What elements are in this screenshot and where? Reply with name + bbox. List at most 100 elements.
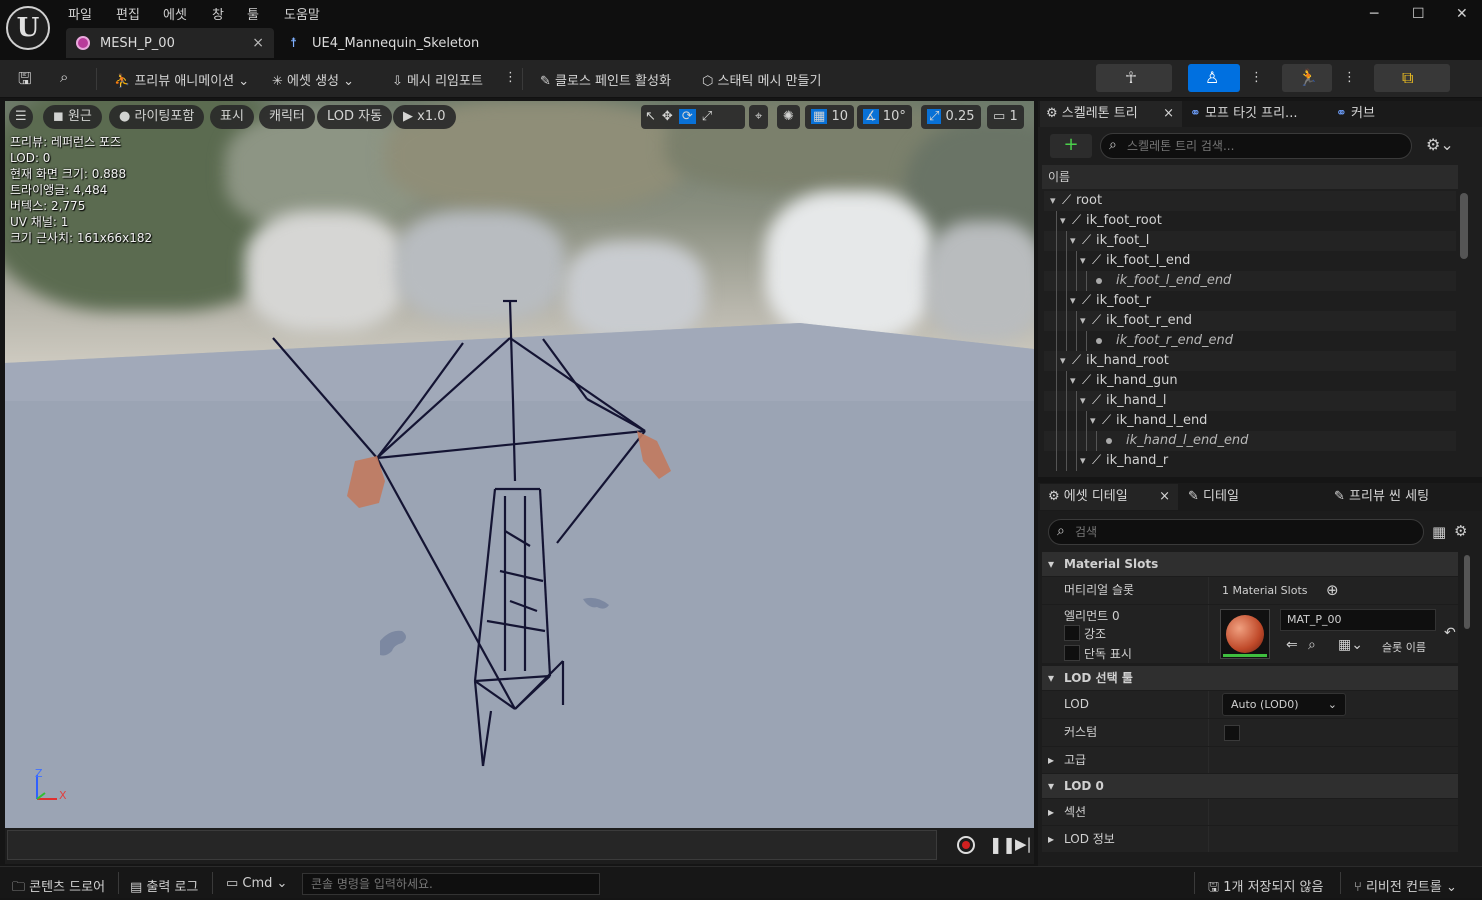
advanced-row[interactable]: ▸ 고급 — [1042, 747, 1458, 773]
menu-edit[interactable]: 편집 — [116, 4, 140, 23]
tab-close-icon[interactable]: × — [1163, 101, 1174, 127]
bone-row[interactable]: ik_foot_r_end_end — [1044, 331, 1456, 351]
tab-skeleton-tree[interactable]: ⚙ 스켈레톤 트리 × — [1040, 101, 1182, 127]
name-column-header[interactable]: 이름 — [1042, 165, 1458, 189]
create-asset-button[interactable]: ✳ 에셋 생성 ⌄ — [272, 70, 354, 89]
bone-row[interactable]: ▾ ⟋ ik_foot_root — [1044, 211, 1456, 231]
unsaved-assets-button[interactable]: 🖫 1개 저장되지 않음 — [1208, 876, 1323, 900]
expand-arrow-icon[interactable]: ▾ — [1090, 411, 1096, 431]
add-element-icon[interactable]: ⊕ — [1326, 577, 1339, 604]
expand-arrow-icon[interactable]: ▾ — [1060, 351, 1066, 371]
menu-window[interactable]: 창 — [212, 4, 224, 23]
bone-row[interactable]: ▾ ⟋ ik_foot_r — [1044, 291, 1456, 311]
sections-row[interactable]: ▸ 섹션 — [1042, 799, 1458, 825]
skeleton-mode-button[interactable]: ☥ — [1096, 64, 1172, 92]
output-log-button[interactable]: ▤ 출력 로그 — [130, 876, 198, 895]
grid-snap-button[interactable]: ▦ 10 — [805, 105, 854, 129]
bone-row[interactable]: ▾ ⟋ ik_hand_l — [1044, 391, 1456, 411]
content-drawer-button[interactable]: 🗀 콘텐츠 드로어 — [12, 876, 105, 900]
more-options-icon[interactable]: ⋮ — [504, 70, 517, 85]
tab-skeleton[interactable]: ☨ UE4_Mannequin_Skeleton — [284, 28, 484, 58]
expand-arrow-icon[interactable]: ▾ — [1080, 391, 1086, 411]
scale-icon[interactable]: ⤢ — [702, 109, 712, 124]
expand-arrow-icon[interactable]: ▾ — [1080, 451, 1086, 471]
preview-animation-button[interactable]: ⛹ 프리뷰 애니메이션 ⌄ — [114, 70, 249, 89]
bone-row[interactable]: ▾ ⟋ ik_hand_root — [1044, 351, 1456, 371]
scale-snap-button[interactable]: ⤢ 0.25 — [921, 105, 981, 129]
bone-row[interactable]: ▾ ⟋ ik_hand_l_end — [1044, 411, 1456, 431]
cmd-dropdown[interactable]: ▭ Cmd ⌄ — [226, 876, 287, 891]
mesh-mode-options-icon[interactable]: ⋮ — [1250, 70, 1263, 85]
viewport-menu-button[interactable]: ☰ — [9, 105, 33, 129]
pause-icon[interactable]: ❚❚ — [989, 835, 1016, 854]
checker-icon[interactable]: ▦⌄ — [1338, 637, 1363, 653]
details-scrollbar[interactable] — [1464, 555, 1470, 629]
add-socket-button[interactable]: + — [1050, 134, 1092, 158]
bone-row[interactable]: ik_hand_l_end_end — [1044, 431, 1456, 451]
tab-close-icon[interactable]: × — [1159, 484, 1170, 510]
isolate-checkbox[interactable] — [1064, 645, 1080, 661]
bone-row[interactable]: ▾ ⟋ root — [1044, 191, 1456, 211]
playback-speed-button[interactable]: ▶ x1.0 — [393, 105, 456, 129]
browse-asset-icon[interactable]: ⌕ — [60, 68, 68, 86]
viewport[interactable]: ☰ ◼ 원근 ● 라이팅포함 표시 캐릭터 LOD 자동 ▶ x1.0 ↖ ✥ ⟳ ⤢… — [5, 101, 1034, 828]
lod-info-row[interactable]: ▸ LOD 정보 — [1042, 826, 1458, 852]
blueprint-mode-button[interactable]: ⧉ — [1374, 64, 1450, 92]
expand-arrow-icon[interactable]: ▾ — [1070, 291, 1076, 311]
expand-arrow-icon[interactable]: ▾ — [1080, 311, 1086, 331]
bone-row[interactable]: ik_foot_l_end_end — [1044, 271, 1456, 291]
details-settings-icon[interactable]: ⚙ — [1454, 522, 1467, 540]
reimport-mesh-button[interactable]: ⇩ 메시 리임포트 — [392, 70, 483, 89]
coordinate-space-button[interactable]: ⌖ — [749, 105, 769, 129]
expand-arrow-icon[interactable]: ▾ — [1050, 191, 1056, 211]
tab-morph-target[interactable]: ⚭ 모프 타깃 프리... — [1190, 101, 1297, 127]
tab-curve[interactable]: ⚭ 커브 — [1336, 101, 1375, 127]
browse-icon[interactable]: ⌕ — [1308, 637, 1316, 653]
rotate-icon[interactable]: ⟳ — [678, 109, 696, 124]
tree-scrollbar[interactable] — [1460, 193, 1468, 259]
mesh-mode-button[interactable]: ♙ — [1188, 64, 1240, 92]
highlight-checkbox[interactable] — [1064, 625, 1080, 641]
console-input[interactable] — [302, 873, 600, 895]
lod-button[interactable]: LOD 자동 — [317, 105, 393, 129]
translate-icon[interactable]: ✥ — [662, 109, 673, 124]
menu-file[interactable]: 파일 — [68, 4, 92, 23]
expand-arrow-icon[interactable]: ▾ — [1080, 251, 1086, 271]
lighting-mode-button[interactable]: ● 라이팅포함 — [109, 105, 205, 129]
maximize-button[interactable]: ☐ — [1412, 6, 1425, 22]
settings-gear-icon[interactable]: ⚙⌄ — [1426, 135, 1454, 154]
table-view-icon[interactable]: ▦ — [1432, 523, 1446, 541]
tab-mesh[interactable]: MESH_P_00 × — [66, 28, 274, 58]
bone-row[interactable]: ▾ ⟋ ik_hand_gun — [1044, 371, 1456, 391]
animation-mode-button[interactable]: 🏃 — [1282, 64, 1332, 92]
show-flags-button[interactable]: 표시 — [210, 105, 254, 129]
rotation-snap-button[interactable]: ∡ 10° — [857, 105, 912, 129]
cloth-paint-button[interactable]: ✎ 클로스 페인트 활성화 — [540, 70, 671, 89]
bone-row[interactable]: ▾ ⟋ ik_foot_l_end — [1044, 251, 1456, 271]
animation-mode-options-icon[interactable]: ⋮ — [1343, 70, 1356, 85]
menu-tools[interactable]: 툴 — [247, 4, 259, 23]
lod0-category[interactable]: ▾ LOD 0 — [1042, 774, 1458, 798]
bone-row[interactable]: ▾ ⟋ ik_foot_r_end — [1044, 311, 1456, 331]
custom-lod-checkbox[interactable] — [1224, 725, 1240, 741]
material-slots-category[interactable]: ▾ Material Slots — [1042, 552, 1458, 576]
expand-arrow-icon[interactable]: ▾ — [1060, 211, 1066, 231]
material-picker[interactable]: MAT_P_00 — [1280, 609, 1436, 631]
menu-asset[interactable]: 에셋 — [163, 4, 187, 23]
camera-speed-button[interactable]: ▭ 1 — [987, 105, 1024, 129]
unreal-logo-icon[interactable]: U — [6, 6, 50, 50]
character-button[interactable]: 캐릭터 — [259, 105, 315, 129]
skeleton-search-input[interactable] — [1127, 137, 1397, 155]
bone-row[interactable]: ▾ ⟋ ik_foot_l — [1044, 231, 1456, 251]
timeline-scrubber[interactable] — [7, 830, 937, 860]
use-selected-icon[interactable]: ⇐ — [1286, 637, 1298, 653]
expand-arrow-icon[interactable]: ▾ — [1070, 371, 1076, 391]
revision-control-button[interactable]: ⑂ 리비전 컨트롤 ⌄ — [1354, 876, 1457, 895]
save-icon[interactable]: 🖫 — [18, 68, 32, 95]
minimize-button[interactable]: ─ — [1370, 6, 1378, 22]
tab-details[interactable]: ✎ 디테일 — [1188, 484, 1239, 510]
expand-arrow-icon[interactable]: ▾ — [1070, 231, 1076, 251]
tab-asset-details[interactable]: ⚙ 에셋 디테일 × — [1040, 484, 1178, 510]
surface-snapping-button[interactable]: ✺ — [777, 105, 800, 129]
details-search-input[interactable] — [1075, 523, 1405, 541]
